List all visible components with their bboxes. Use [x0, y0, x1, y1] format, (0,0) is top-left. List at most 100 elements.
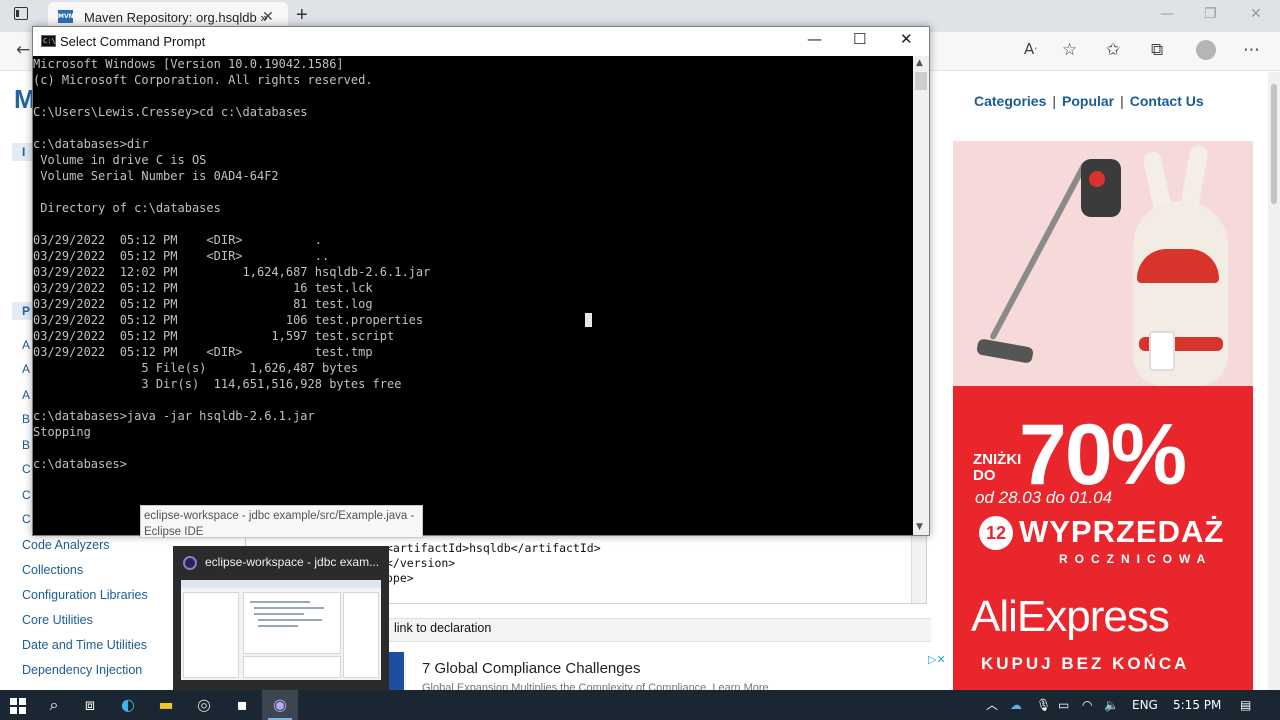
categories-link[interactable]: Categories	[974, 93, 1046, 109]
aliexpress-banner-ad[interactable]: ZNIŻKI DO 70% od 28.03 do 01.04 12 WYPRZE…	[953, 141, 1253, 690]
category-link[interactable]: Core Utilities	[22, 611, 192, 636]
ad-choices-icon[interactable]: ▷✕	[928, 653, 946, 666]
browser-minimize-button[interactable]: —	[1160, 6, 1174, 22]
snippet-scrollbar[interactable]	[911, 535, 926, 603]
category-link-partial[interactable]: C	[22, 488, 31, 502]
console-line: c:\databases>	[33, 457, 127, 471]
scroll-up-arrow-icon[interactable]: ▲	[916, 58, 923, 68]
cmd-console-output[interactable]: Microsoft Windows [Version 10.0.19042.15…	[33, 56, 913, 534]
new-tab-button[interactable]: +	[296, 4, 308, 27]
console-line: 03/29/2022 12:02 PM 1,624,687 hsqldb-2.6…	[33, 265, 431, 279]
contact-us-link[interactable]: Contact Us	[1130, 93, 1204, 109]
bunny-mascot-image	[1133, 201, 1228, 386]
cmd-title-bar[interactable]: C:\ Select Command Prompt — ☐ ✕	[33, 27, 929, 56]
category-link-partial[interactable]: C	[22, 512, 31, 526]
thumb-code-line	[254, 613, 304, 615]
sidebar-tab-indexed[interactable]: I	[12, 143, 34, 161]
task-view-icon[interactable]: ⧈	[72, 690, 108, 720]
cmd-icon: C:\	[41, 35, 56, 47]
taskbar-window-preview[interactable]: eclipse-workspace - jdbc exam...	[173, 546, 389, 690]
edge-browser-icon[interactable]: ◐	[110, 690, 146, 720]
category-link[interactable]: Collections	[22, 561, 192, 586]
console-line: 03/29/2022 05:12 PM <DIR> ..	[33, 249, 330, 263]
onedrive-icon[interactable]: ☁	[1010, 690, 1022, 720]
cmd-scrollbar-thumb[interactable]	[915, 72, 927, 90]
eclipse-taskbar-icon[interactable]: ◉	[262, 690, 298, 720]
more-menu-icon[interactable]: ⋯	[1243, 40, 1260, 60]
thumb-outline	[343, 592, 379, 678]
category-link-partial[interactable]: A	[22, 338, 30, 352]
command-prompt-taskbar-icon[interactable]: ▪	[224, 690, 260, 720]
category-link[interactable]: Configuration Libraries	[22, 586, 192, 611]
xml-line: <artifactId>hsqldb</artifactId>	[386, 541, 601, 555]
console-line: c:\databases>dir	[33, 137, 149, 151]
aliexpress-logo: AliExpress	[971, 592, 1170, 641]
browser-close-button[interactable]: ✕	[1250, 6, 1262, 22]
file-explorer-icon[interactable]: ▬	[148, 690, 184, 720]
ad-dates: od 28.03 do 01.04	[975, 488, 1113, 507]
search-icon[interactable]: ⌕	[36, 690, 72, 720]
command-prompt-window[interactable]: C:\ Select Command Prompt — ☐ ✕ Microsof…	[32, 26, 930, 536]
tray-overflow-icon[interactable]: ︿	[986, 690, 998, 720]
link-separator: |	[1120, 93, 1124, 109]
console-line: Volume in drive C is OS	[33, 153, 207, 167]
battery-icon[interactable]: ▭	[1058, 690, 1069, 720]
category-link-partial[interactable]: A	[22, 362, 30, 376]
category-link-partial[interactable]: C	[22, 462, 31, 476]
ad-discount-label: ZNIŻKI DO	[973, 452, 1021, 484]
header-links: Categories | Popular | Contact Us	[974, 93, 1204, 109]
collections-icon[interactable]: ⧉	[1151, 40, 1163, 60]
category-link-partial[interactable]: B	[22, 412, 30, 426]
include-link-label[interactable]: link to declaration	[394, 621, 491, 635]
favorites-icon[interactable]: ✩	[1106, 40, 1120, 60]
taskbar-tooltip: eclipse-workspace - jdbc example/src/Exa…	[140, 505, 423, 538]
cmd-title: Select Command Prompt	[60, 34, 206, 49]
category-link-partial[interactable]: B	[22, 438, 30, 452]
vacuum-image	[989, 161, 1089, 341]
popular-link[interactable]: Popular	[1062, 93, 1114, 109]
thumb-code-line	[258, 619, 322, 621]
vacuum-button	[1089, 171, 1105, 187]
page-scrollbar[interactable]	[1268, 72, 1280, 690]
tab-title: Maven Repository: org.hsqldb »	[84, 10, 268, 25]
scroll-down-arrow-icon[interactable]: ▼	[916, 522, 923, 532]
xml-line: ope>	[386, 571, 414, 585]
category-link[interactable]: Date and Time Utilities	[22, 636, 192, 661]
page-scrollbar-thumb[interactable]	[1271, 84, 1277, 204]
category-link[interactable]: Dependency Injection	[22, 661, 192, 686]
console-line: 03/29/2022 05:12 PM <DIR> .	[33, 233, 322, 247]
windows-taskbar: ⌕ ⧈ ◐ ▬ ◎ ▪ ◉ ︿ ☁ 🎙 ▭ ◠ 🔈 ENG 5:15 PM ▤	[0, 690, 1280, 720]
start-button[interactable]	[0, 690, 36, 720]
thumb-code-line	[258, 625, 298, 627]
cmd-minimize-button[interactable]: —	[807, 30, 822, 48]
wifi-icon[interactable]: ◠	[1082, 690, 1092, 720]
preview-title: eclipse-workspace - jdbc exam...	[205, 555, 380, 569]
cmd-close-button[interactable]: ✕	[900, 30, 913, 48]
clock[interactable]: 5:15 PM	[1173, 690, 1221, 720]
console-line: (c) Microsoft Corporation. All rights re…	[33, 73, 373, 87]
console-line: Microsoft Windows [Version 10.0.19042.15…	[33, 57, 344, 71]
ad-title[interactable]: 7 Global Compliance Challenges	[422, 660, 640, 677]
console-line: 03/29/2022 05:12 PM <DIR> test.tmp	[33, 345, 373, 359]
microphone-icon[interactable]: 🎙	[1036, 690, 1051, 720]
add-favorite-icon[interactable]: ☆	[1062, 40, 1077, 60]
category-link-partial[interactable]: A	[22, 388, 30, 402]
browser-restore-button[interactable]: ❐	[1204, 6, 1217, 22]
tab-close-icon[interactable]: ✕	[262, 8, 274, 25]
console-line: Stopping	[33, 425, 91, 439]
volume-icon[interactable]: 🔈	[1104, 690, 1119, 720]
cmd-maximize-button[interactable]: ☐	[853, 30, 866, 48]
preview-thumbnail[interactable]	[181, 580, 381, 680]
profile-avatar[interactable]	[1196, 40, 1216, 60]
cmd-scrollbar[interactable]: ▲ ▼	[913, 56, 929, 535]
language-indicator[interactable]: ENG	[1132, 690, 1158, 720]
read-aloud-icon[interactable]: Aʼ	[1024, 40, 1037, 58]
back-arrow-icon[interactable]: ←	[16, 40, 30, 60]
app-icon[interactable]: ◎	[186, 690, 222, 720]
tab-actions-icon[interactable]	[14, 7, 28, 20]
notifications-icon[interactable]: ▤	[1240, 690, 1251, 720]
sidebar-tab-popular[interactable]: P	[12, 302, 34, 320]
vacuum-body	[1081, 159, 1121, 217]
